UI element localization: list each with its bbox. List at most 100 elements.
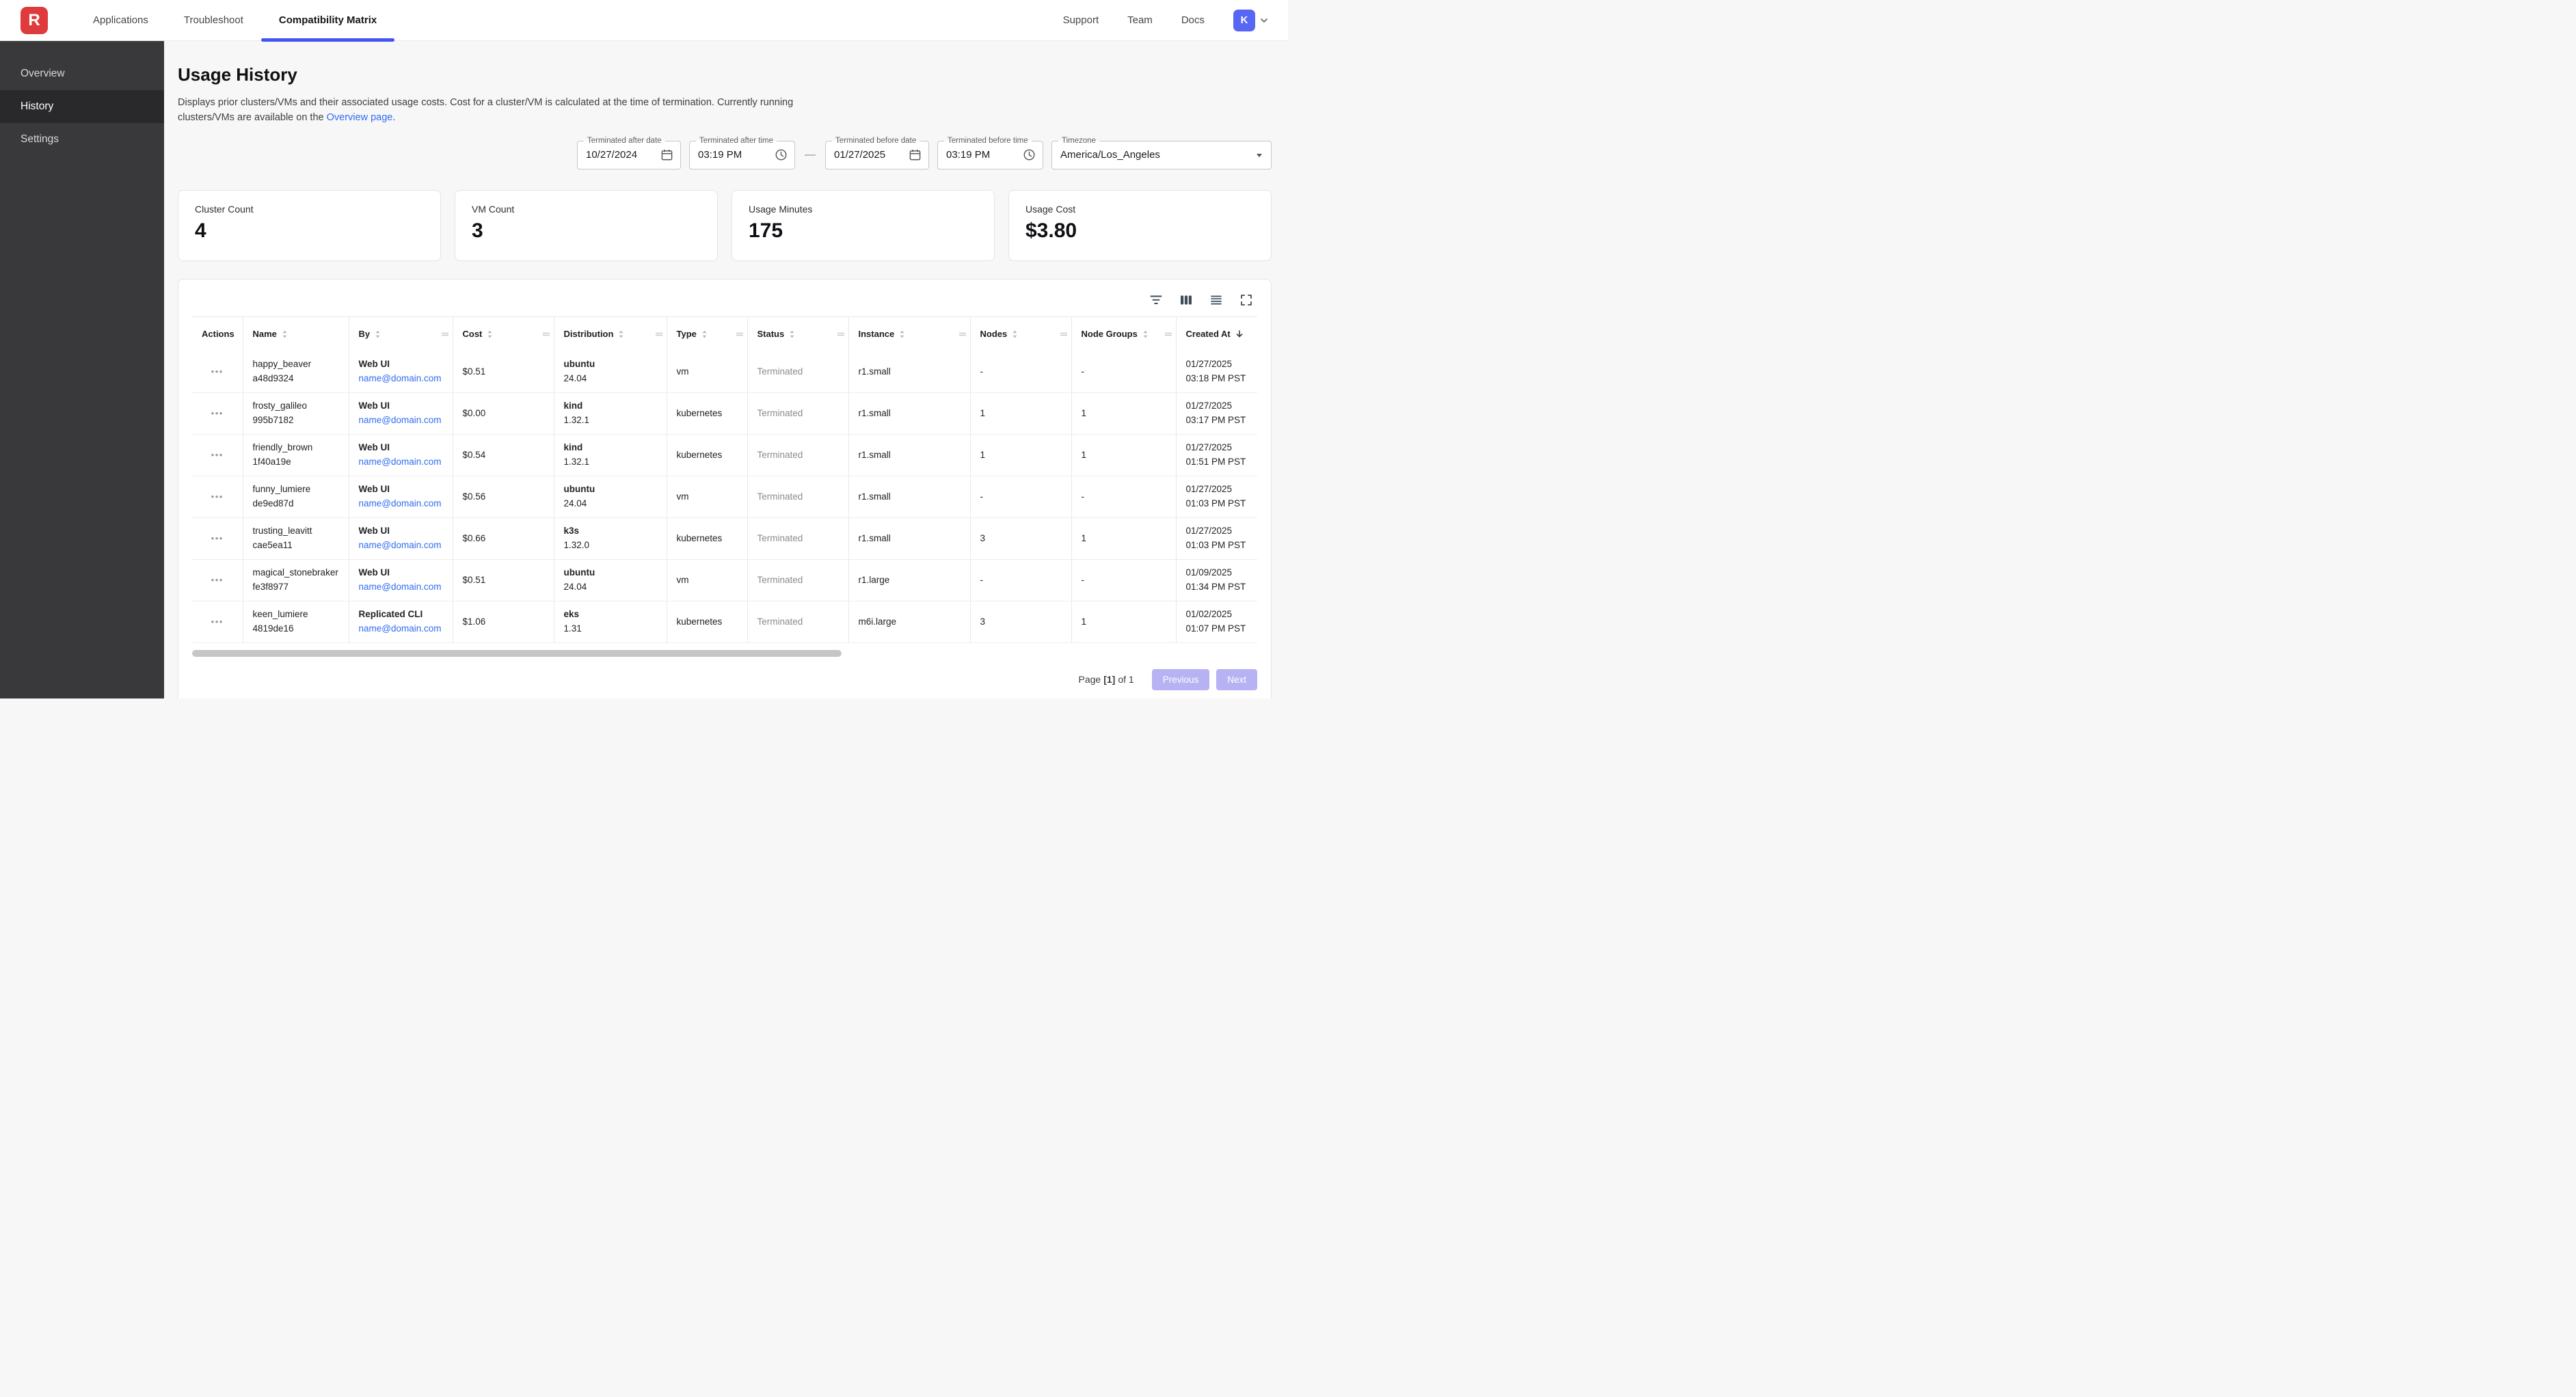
filter-icon[interactable] [1149,293,1163,307]
replicated-logo[interactable]: R [21,7,48,34]
sidebar-item-settings[interactable]: Settings [0,123,164,156]
created-by-email-link[interactable]: name@domain.com [359,373,442,383]
distribution-cell: ubuntu 24.04 [554,476,667,517]
avatar[interactable]: K [1233,10,1255,31]
nav-tab-applications[interactable]: Applications [75,0,166,40]
column-header-nodes[interactable]: Nodes [970,316,1071,351]
nav-tab-compatibility-matrix[interactable]: Compatibility Matrix [261,0,394,40]
distribution-cell: k3s 1.32.0 [554,517,667,559]
sort-icon[interactable] [701,329,708,339]
sort-icon[interactable] [487,329,493,339]
nav-tab-troubleshoot[interactable]: Troubleshoot [166,0,261,40]
sort-icon[interactable] [618,329,624,339]
column-resize-handle-icon[interactable] [1060,331,1068,338]
clock-icon[interactable] [775,148,788,161]
actions-cell: ••• [192,517,243,559]
dropdown-arrow-icon[interactable] [1255,150,1264,160]
created-by-email-link[interactable]: name@domain.com [359,498,442,508]
nav-tab-label: Troubleshoot [184,14,243,26]
column-header-name[interactable]: Name [243,316,349,351]
created-by-email-link[interactable]: name@domain.com [359,540,442,550]
next-page-button[interactable]: Next [1216,669,1257,690]
sidebar-item-history[interactable]: History [0,90,164,123]
node-groups-value: 1 [1082,533,1087,543]
distribution-version: 1.31 [564,622,657,636]
actions-cell: ••• [192,351,243,392]
nav-link-support[interactable]: Support [1063,14,1099,26]
by-cell: Web UI name@domain.com [349,517,453,559]
calendar-icon[interactable] [909,148,922,161]
column-resize-handle-icon[interactable] [1164,331,1172,338]
column-header-created-at[interactable]: Created At [1176,316,1257,351]
column-header-node-groups[interactable]: Node Groups [1071,316,1176,351]
column-header-actions[interactable]: Actions [192,316,243,351]
column-header-type[interactable]: Type [667,316,747,351]
terminated-after-date-input[interactable] [586,149,655,161]
scrollbar-thumb[interactable] [192,650,842,657]
name-cell: frosty_galileo 995b7182 [243,392,349,434]
overview-page-link[interactable]: Overview page [327,112,393,123]
created-at-cell: 01/27/2025 03:18 PM PST [1176,351,1257,392]
created-at-date: 01/09/2025 [1186,566,1258,580]
nav-tab-label: Compatibility Matrix [279,14,377,26]
column-resize-handle-icon[interactable] [736,331,744,338]
column-resize-handle-icon[interactable] [837,331,845,338]
sort-icon[interactable] [899,329,905,339]
actions-cell: ••• [192,601,243,642]
cluster-name: magical_stonebraker [253,566,339,580]
sidebar-item-overview[interactable]: Overview [0,57,164,90]
horizontal-scrollbar[interactable] [192,650,1257,657]
distribution-name: ubuntu [564,357,657,372]
column-header-status[interactable]: Status [747,316,848,351]
nav-link-docs[interactable]: Docs [1181,14,1205,26]
terminated-before-date-input[interactable] [834,149,903,161]
fullscreen-icon[interactable] [1239,293,1253,307]
created-by-email-link[interactable]: name@domain.com [359,457,442,467]
created-by-email-link[interactable]: name@domain.com [359,415,442,425]
column-header-by[interactable]: By [349,316,453,351]
density-icon[interactable] [1209,293,1223,307]
chevron-down-icon[interactable] [1259,16,1269,25]
terminated-after-date-field[interactable]: Terminated after date [577,141,681,169]
terminated-before-date-field[interactable]: Terminated before date [825,141,929,169]
row-actions-button[interactable]: ••• [211,617,224,626]
clock-icon[interactable] [1023,148,1036,161]
previous-page-button[interactable]: Previous [1152,669,1210,690]
column-header-cost[interactable]: Cost [453,316,554,351]
row-actions-button[interactable]: ••• [211,367,224,376]
row-actions-button[interactable]: ••• [211,409,224,418]
terminated-before-time-field[interactable]: Terminated before time [937,141,1043,169]
sort-icon[interactable] [789,329,795,339]
column-resize-handle-icon[interactable] [958,331,967,338]
created-by-email-link[interactable]: name@domain.com [359,623,442,634]
terminated-before-time-input[interactable] [946,149,1017,161]
sort-icon[interactable] [1142,329,1149,339]
timezone-select[interactable]: Timezone America/Los_Angeles [1051,141,1272,169]
terminated-after-time-field[interactable]: Terminated after time [689,141,795,169]
nav-tab-label: Applications [93,14,148,26]
column-resize-handle-icon[interactable] [542,331,550,338]
status-value: Terminated [757,366,803,377]
actions-cell: ••• [192,392,243,434]
column-resize-handle-icon[interactable] [441,331,449,338]
column-header-instance[interactable]: Instance [848,316,970,351]
row-actions-button[interactable]: ••• [211,492,224,501]
columns-icon[interactable] [1179,293,1193,307]
row-actions-button[interactable]: ••• [211,450,224,459]
actions-cell: ••• [192,559,243,601]
row-actions-button[interactable]: ••• [211,575,224,584]
table-row: ••• trusting_leavitt cae5ea11 Web UI nam… [192,517,1257,559]
distribution-version: 24.04 [564,497,657,511]
nav-link-team[interactable]: Team [1127,14,1153,26]
column-resize-handle-icon[interactable] [655,331,663,338]
created-by-email-link[interactable]: name@domain.com [359,582,442,592]
terminated-after-time-input[interactable] [698,149,769,161]
calendar-icon[interactable] [660,148,673,161]
sort-icon[interactable] [282,329,288,339]
sort-icon[interactable] [375,329,381,339]
row-actions-button[interactable]: ••• [211,534,224,543]
sort-icon[interactable] [1012,329,1018,339]
sort-desc-icon[interactable] [1235,329,1244,339]
type-cell: kubernetes [667,517,747,559]
column-header-distribution[interactable]: Distribution [554,316,667,351]
